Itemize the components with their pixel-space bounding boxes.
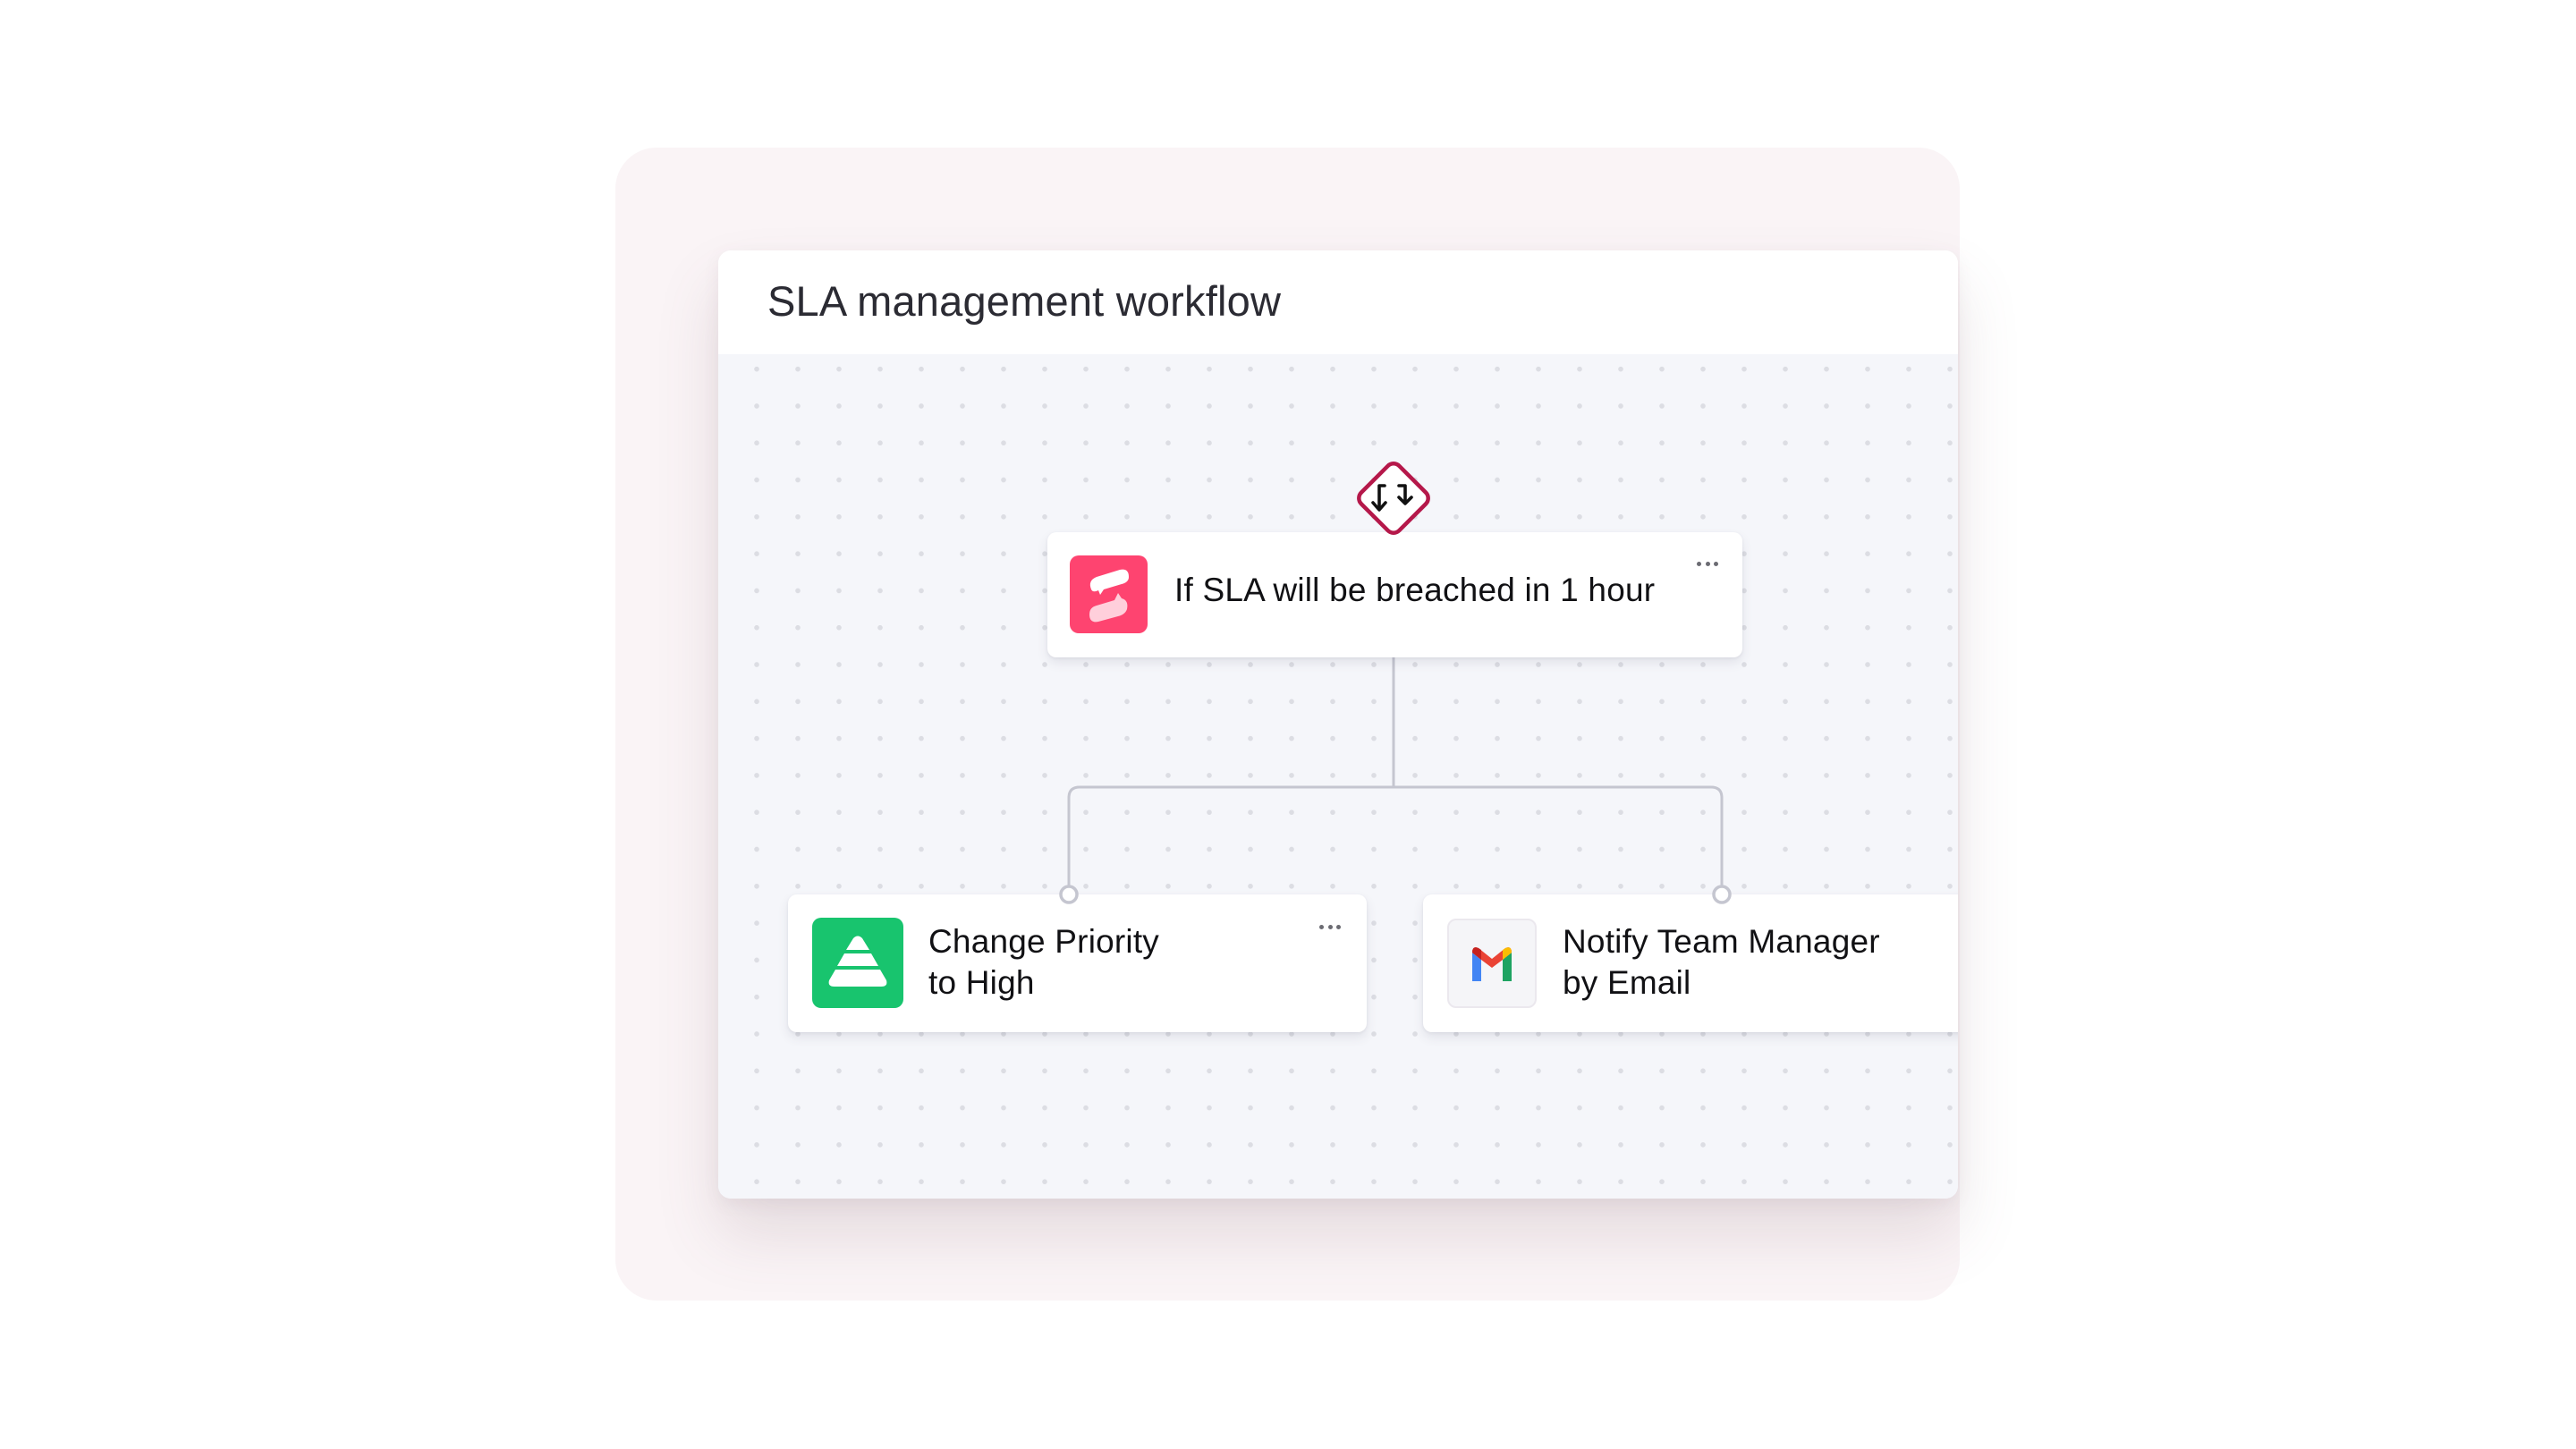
workflow-window: SLA management workflow: [718, 250, 1958, 1199]
window-title: SLA management workflow: [767, 277, 1282, 325]
more-dot: [1714, 561, 1718, 566]
condition-badge[interactable]: [1345, 450, 1442, 547]
window-header: SLA management workflow: [718, 250, 1958, 355]
action-label-line1: Change Priority: [928, 923, 1160, 960]
action-label: Change Priority to High: [928, 921, 1197, 1004]
action-label-line2: to High: [928, 964, 1035, 1001]
priority-pyramid-icon: [812, 918, 903, 1008]
trigger-node[interactable]: If SLA will be breached in 1 hour: [1047, 532, 1742, 657]
more-dot: [1319, 924, 1324, 929]
more-options-button[interactable]: [1697, 560, 1718, 567]
more-dot: [1697, 561, 1701, 566]
more-dot: [1705, 561, 1710, 566]
more-dot: [1327, 924, 1333, 929]
action-node-change-priority[interactable]: Change Priority to High: [788, 894, 1367, 1032]
trigger-label: If SLA will be breached in 1 hour: [1174, 572, 1656, 608]
workflow-canvas[interactable]: [718, 354, 1958, 1199]
branch-arrows-icon: [1357, 462, 1430, 535]
more-dot: [1336, 924, 1341, 929]
more-options-button[interactable]: [1319, 923, 1341, 930]
sla-app-icon: [1070, 555, 1148, 633]
